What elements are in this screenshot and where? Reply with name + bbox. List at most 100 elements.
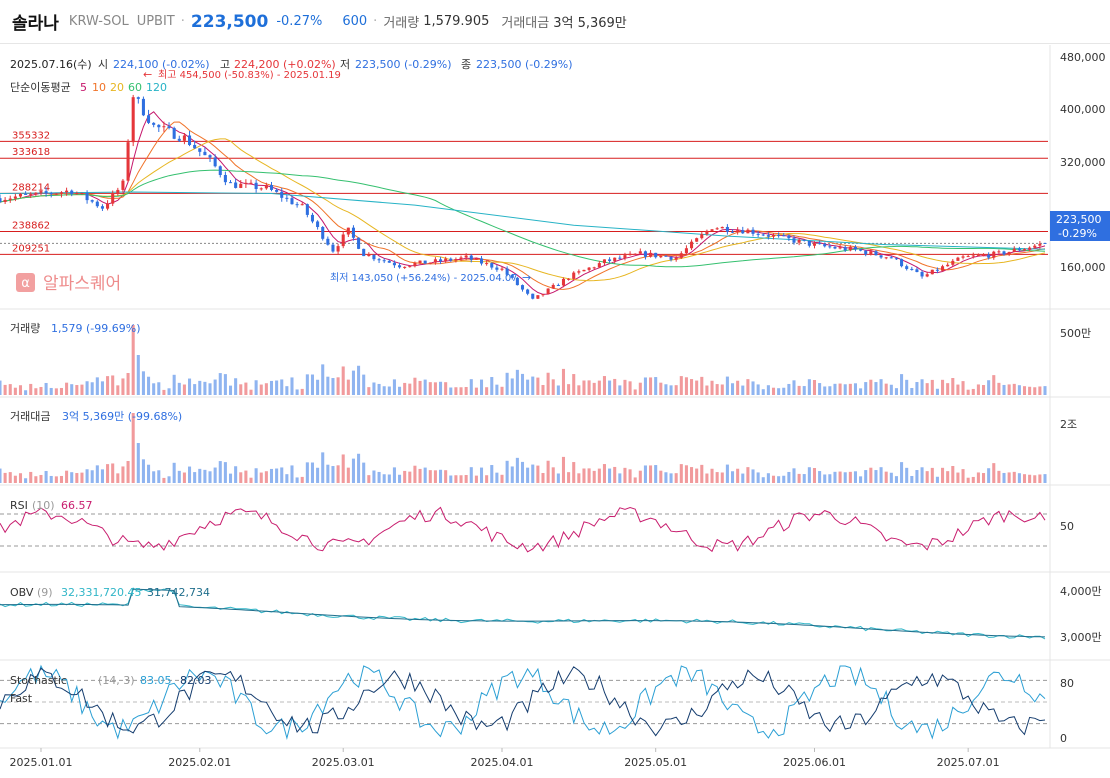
turnover-bar [966,477,970,483]
turnover-bar [147,464,151,483]
candle-body [423,260,427,264]
volume-bar [976,384,980,395]
candle-body [572,272,576,279]
candle-body [951,260,955,265]
volume-bar [951,378,955,395]
turnover-bar [157,470,161,483]
candle-body [459,257,463,260]
candle-body [766,235,770,237]
candle-body [177,138,181,141]
turnover-bar [720,472,724,483]
turnover-bar [766,473,770,483]
turnover-bar [1033,475,1037,483]
turnover-bar [188,466,192,483]
volume-bar [464,387,468,395]
turnover-bar [587,468,591,483]
volume-bar [884,383,888,395]
candle-body [792,238,796,243]
candle-body [65,190,69,193]
candle-body [659,255,663,258]
candle-body [367,254,371,257]
turnover-bar [536,465,540,483]
turnover-bar [782,475,786,483]
turnover-bar [203,469,207,483]
turnover-bar [889,472,893,483]
volume-bar [336,377,340,395]
volume-bar [326,376,330,395]
volume-bar [147,376,151,395]
candle-body [490,263,494,268]
volume-bar [669,385,673,395]
candle-body [249,182,253,184]
turnover-bar [234,466,238,483]
volume-bar [8,384,12,395]
volume-bar [649,377,653,395]
turnover-bar [341,454,345,483]
volume-bar [966,389,970,395]
turnover-bar [859,476,863,483]
volume-bar [85,381,89,395]
candle-body [234,182,238,188]
turnover-bar [239,472,243,483]
turnover-bar [843,472,847,483]
time-axis: 2025.01.01 2025.02.01 2025.03.01 2025.04.01… [9,748,1000,769]
volume-bar [987,380,991,395]
stoch-d: 82.03 [180,674,212,687]
turnover-bar [300,476,304,483]
candle-body [633,253,637,255]
rsi-value: 66.57 [61,499,93,512]
volume-bar [715,384,719,395]
volume-bar [331,378,335,395]
candle-body [946,264,950,267]
turnover-bar [490,465,494,483]
turnover-bar [244,470,248,483]
candle-body [259,188,263,190]
candle-body [838,247,842,249]
turnover-bar [479,467,484,483]
turnover-bar [444,470,448,483]
volume-bar [684,377,688,395]
turnover-panel-label: 거래대금 [10,410,50,423]
candle-body [818,243,822,245]
turnover-bar [269,468,274,483]
turnover-bar [915,470,919,483]
volume-bar [223,374,227,395]
turnover-bar [633,477,637,483]
candle-body [1022,249,1027,251]
volume-bar [638,382,642,395]
candle-body [111,193,115,204]
volume-bar [700,376,704,395]
volume-bar [695,380,699,395]
turnover-bar [987,468,991,483]
turnover-bar [172,462,176,483]
volume-bar [116,385,120,395]
turnover-bar [802,474,806,483]
candle-body [971,255,975,257]
volume-bar [1022,386,1027,395]
volume-bar [628,381,632,395]
candle-body [889,257,893,259]
candle-body [100,206,104,209]
turnover-bar [65,470,69,483]
volume-bar [95,377,99,395]
turnover-bar [310,462,315,483]
turnover-bar [751,469,755,483]
candle-body [807,240,811,246]
candle-body [228,182,233,184]
candle-body [982,254,986,256]
turnover-bar [874,470,878,483]
turnover-bar [992,463,996,483]
price-chart[interactable]: 355332 333618 288214 238862 209251 2025.07.1… [0,0,1110,778]
turnover-bar [8,472,12,483]
turnover-bar [756,472,760,483]
volume-bar [848,383,852,395]
obv-tick: 4,000만 [1060,585,1102,598]
turnover-bar [403,470,407,483]
candle-body [869,251,873,255]
volume-bar [546,372,550,395]
candle-body [1017,248,1021,251]
max-annotation: 최고 454,500 (-50.83%) - 2025.01.19 [158,69,341,81]
candle-body [925,274,929,277]
turnover-bar [428,470,432,483]
turnover-bar [321,452,325,483]
